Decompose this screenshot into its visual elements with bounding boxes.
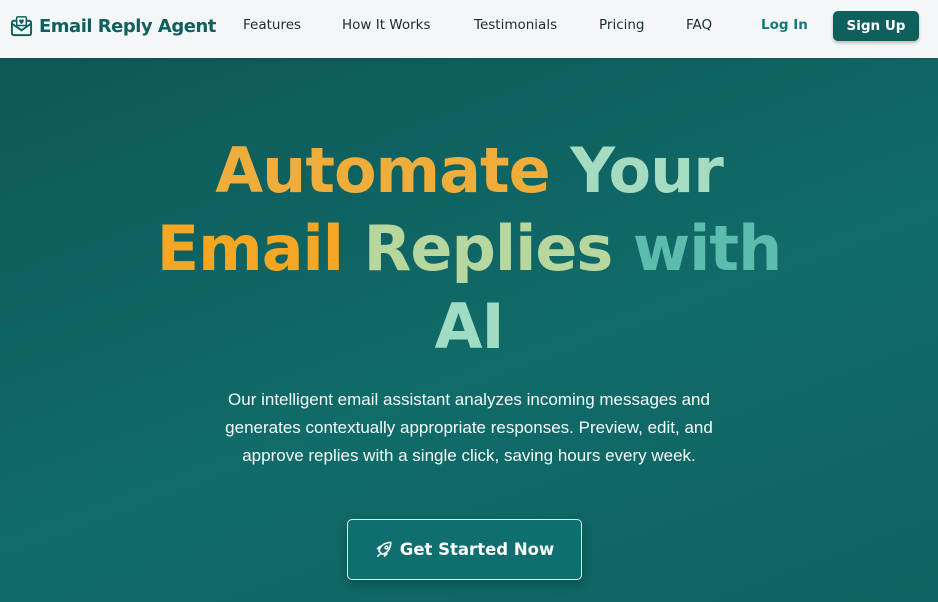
rocket-icon bbox=[376, 541, 392, 557]
brand-logo-link[interactable]: Email Reply Agent bbox=[10, 13, 216, 39]
hero-subtitle-line: generates contextually appropriate respo… bbox=[225, 418, 713, 437]
get-started-button[interactable]: Get Started Now bbox=[347, 519, 582, 580]
hero-title-word: with bbox=[632, 212, 782, 285]
hero-title-word: Automate bbox=[215, 134, 550, 207]
top-navbar: Email Reply Agent Features How It Works … bbox=[0, 0, 938, 58]
nav-link-features[interactable]: Features bbox=[243, 17, 301, 33]
hero-title-word: Your bbox=[570, 134, 724, 207]
nav-link-faq[interactable]: FAQ bbox=[686, 17, 712, 33]
hero-title-line-2: Email Replies with bbox=[0, 210, 938, 288]
envelope-icon bbox=[10, 15, 33, 36]
brand-name: Email Reply Agent bbox=[39, 15, 216, 37]
hero-title-word: AI bbox=[434, 290, 504, 363]
nav-link-how-it-works[interactable]: How It Works bbox=[342, 17, 431, 33]
hero-title-line-1: Automate Your bbox=[0, 132, 938, 210]
hero-title-line-3: AI bbox=[0, 288, 938, 366]
hero-title: Automate Your Email Replies with AI bbox=[0, 132, 938, 366]
hero-title-word: Email bbox=[156, 212, 344, 285]
hero-subtitle-line: approve replies with a single click, sav… bbox=[242, 446, 696, 465]
nav-link-pricing[interactable]: Pricing bbox=[599, 17, 645, 33]
nav-link-testimonials[interactable]: Testimonials bbox=[474, 17, 557, 33]
hero-section: Automate Your Email Replies with AI Our … bbox=[0, 58, 938, 602]
hero-title-word: Replies bbox=[363, 212, 614, 285]
hero-subtitle-line: Our intelligent email assistant analyzes… bbox=[228, 390, 710, 409]
hero-subtitle: Our intelligent email assistant analyzes… bbox=[0, 386, 938, 470]
login-link[interactable]: Log In bbox=[761, 17, 808, 33]
signup-button[interactable]: Sign Up bbox=[833, 11, 919, 41]
get-started-label: Get Started Now bbox=[399, 540, 555, 559]
